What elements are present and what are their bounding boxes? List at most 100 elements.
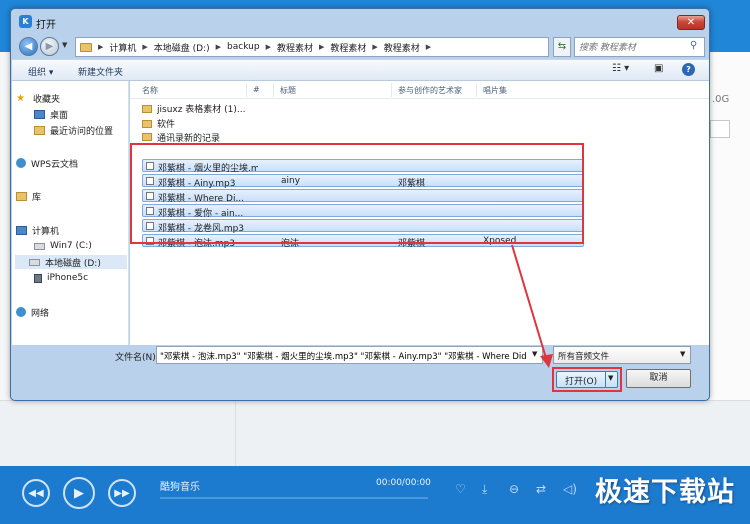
filetype-select[interactable]: 所有音频文件 ▼ <box>553 346 691 364</box>
file-name: 邓紫棋 - 泡沫.mp3 <box>158 239 236 249</box>
file-name: 软件 <box>157 120 176 130</box>
breadcrumb-item[interactable]: 教程素材 <box>330 41 366 54</box>
prev-icon[interactable]: ◀◀ <box>22 479 50 507</box>
nav-network[interactable]: 网络 <box>16 305 49 319</box>
organize-button[interactable]: 组织 ▾ <box>28 65 53 78</box>
file-name: 邓紫棋 - 龙卷风.mp3 <box>158 224 245 234</box>
chevron-right-icon[interactable]: ▶ <box>142 43 147 51</box>
column-header-name[interactable]: 名称 <box>142 85 158 96</box>
app-right-box[interactable] <box>710 120 730 138</box>
breadcrumb-item[interactable]: 教程素材 <box>277 41 313 54</box>
phone-icon <box>34 273 42 283</box>
file-artist: 邓紫棋 <box>398 179 426 189</box>
nav-recent[interactable]: 最近访问的位置 <box>34 123 113 137</box>
search-input[interactable] <box>579 41 687 54</box>
navigation-pane: ★ 收藏夹 桌面 最近访问的位置 WPS云文档 库 计算机 Win7 (C:) 本… <box>12 81 129 345</box>
size-label: .0G <box>712 94 730 105</box>
nav-computer[interactable]: 计算机 <box>16 223 59 237</box>
filename-input[interactable] <box>160 349 528 362</box>
play-icon[interactable]: ▶ <box>63 477 95 509</box>
close-button[interactable]: ✕ <box>677 15 705 30</box>
list-item[interactable]: jisuxz 表格素材 (1)... <box>142 102 246 115</box>
back-button[interactable]: ◀ <box>19 37 38 56</box>
cancel-button[interactable]: 取消 <box>626 369 691 388</box>
watermark: 极速下载站 <box>595 477 735 508</box>
file-name: 邓紫棋 - Where Di... <box>158 194 245 204</box>
cloud-icon <box>16 158 26 168</box>
open-button[interactable]: 打开(O) ▼ <box>556 371 618 388</box>
breadcrumb-item[interactable]: 本地磁盘 (D:) <box>154 41 210 54</box>
nav-label: 网络 <box>31 308 50 319</box>
star-icon: ★ <box>16 92 25 104</box>
library-icon <box>16 191 27 201</box>
nav-drive-c[interactable]: Win7 (C:) <box>34 239 92 253</box>
column-header-album[interactable]: 唱片集 <box>483 85 507 96</box>
volume-icon[interactable]: ◁) <box>563 482 577 496</box>
heart-icon[interactable]: ♡ <box>455 482 466 496</box>
chevron-right-icon[interactable]: ▶ <box>216 43 221 51</box>
folder-icon <box>80 42 92 52</box>
nav-phone[interactable]: iPhone5c <box>34 271 88 285</box>
chevron-right-icon[interactable]: ▶ <box>426 43 431 51</box>
dialog-titlebar[interactable]: K 打开 ✕ <box>11 9 709 35</box>
column-header-number[interactable]: # <box>253 85 260 94</box>
nav-drive-d[interactable]: 本地磁盘 (D:) <box>15 255 127 269</box>
app-right-panel: .0G <box>705 52 750 412</box>
chevron-down-icon: ▼ <box>680 350 686 358</box>
list-item[interactable]: 通讯录新的记录 <box>142 132 220 142</box>
filename-label: 文件名(N): <box>115 353 159 363</box>
nav-label: Win7 (C:) <box>50 241 92 251</box>
refresh-button[interactable]: ⇆ <box>553 37 571 57</box>
nav-label: WPS云文档 <box>31 159 79 170</box>
nav-desktop[interactable]: 桌面 <box>34 107 68 121</box>
repeat-icon[interactable]: ⇄ <box>536 482 546 496</box>
nav-label: 最近访问的位置 <box>50 126 114 137</box>
table-row[interactable]: 邓紫棋 - 泡沫.mp3 泡沫 邓紫棋 Xposed <box>142 234 584 249</box>
progress-bar[interactable] <box>160 497 428 499</box>
nav-libraries[interactable]: 库 <box>16 189 41 203</box>
table-row[interactable]: 邓紫棋 - Where Di... <box>142 189 584 204</box>
chevron-right-icon[interactable]: ▶ <box>98 43 103 51</box>
help-icon[interactable]: ? <box>682 63 695 76</box>
filename-field[interactable]: ▼ <box>156 346 543 364</box>
breadcrumb-item[interactable]: backup <box>227 42 260 52</box>
minus-circle-icon[interactable]: ⊖ <box>509 482 519 496</box>
file-name: 邓紫棋 - Ainy.mp3 <box>158 179 236 189</box>
nav-wps[interactable]: WPS云文档 <box>16 156 78 170</box>
next-icon[interactable]: ▶▶ <box>108 479 136 507</box>
chevron-right-icon[interactable]: ▶ <box>319 43 324 51</box>
file-title: ainy <box>281 176 301 186</box>
filetype-value: 所有音频文件 <box>558 352 610 362</box>
chevron-right-icon[interactable]: ▶ <box>372 43 377 51</box>
file-list[interactable]: 名称 # 标题 参与创作的艺术家 唱片集 jisuxz 表格素材 (1)... … <box>130 81 709 345</box>
address-bar[interactable]: ▶ 计算机 ▶ 本地磁盘 (D:) ▶ backup ▶ 教程素材 ▶ 教程素材… <box>75 37 593 57</box>
history-dropdown-icon[interactable]: ▼ <box>62 41 67 49</box>
table-row[interactable]: 邓紫棋 - Ainy.mp3 ainy 邓紫棋 <box>142 174 584 189</box>
nav-label: 收藏夹 <box>33 94 61 105</box>
column-header-artist[interactable]: 参与创作的艺术家 <box>398 85 462 96</box>
nav-label: 库 <box>32 192 42 203</box>
file-artist: 邓紫棋 <box>398 239 426 249</box>
view-options-icon[interactable]: ☷ ▾ <box>612 63 642 77</box>
audio-file-icon <box>146 207 154 215</box>
column-header-title[interactable]: 标题 <box>280 85 296 96</box>
new-folder-button[interactable]: 新建文件夹 <box>78 65 123 78</box>
nav-favorites[interactable]: ★ 收藏夹 <box>16 91 60 105</box>
chevron-right-icon[interactable]: ▶ <box>266 43 271 51</box>
table-row[interactable]: 邓紫棋 - 龙卷风.mp3 <box>142 219 584 234</box>
breadcrumb-item[interactable]: 教程素材 <box>384 41 420 54</box>
audio-file-icon <box>146 222 154 230</box>
file-name: jisuxz 表格素材 (1)... <box>157 105 246 115</box>
breadcrumb-item[interactable]: 计算机 <box>109 41 136 54</box>
search-box[interactable]: ⚲ <box>574 37 705 57</box>
table-row[interactable]: 邓紫棋 - 烟火里的尘埃.mp3 <box>142 159 584 174</box>
drive-icon <box>34 242 45 250</box>
download-icon[interactable]: ⤓ <box>482 482 487 497</box>
chevron-down-icon[interactable]: ▼ <box>532 350 537 358</box>
search-icon[interactable]: ⚲ <box>690 40 697 51</box>
preview-pane-icon[interactable]: ▣ <box>654 63 663 74</box>
chevron-down-icon[interactable]: ▼ <box>608 374 613 382</box>
list-item[interactable]: 软件 <box>142 117 175 130</box>
forward-button[interactable]: ▶ <box>40 37 59 56</box>
table-row[interactable]: 邓紫棋 - 爱你 - ain... <box>142 204 584 219</box>
